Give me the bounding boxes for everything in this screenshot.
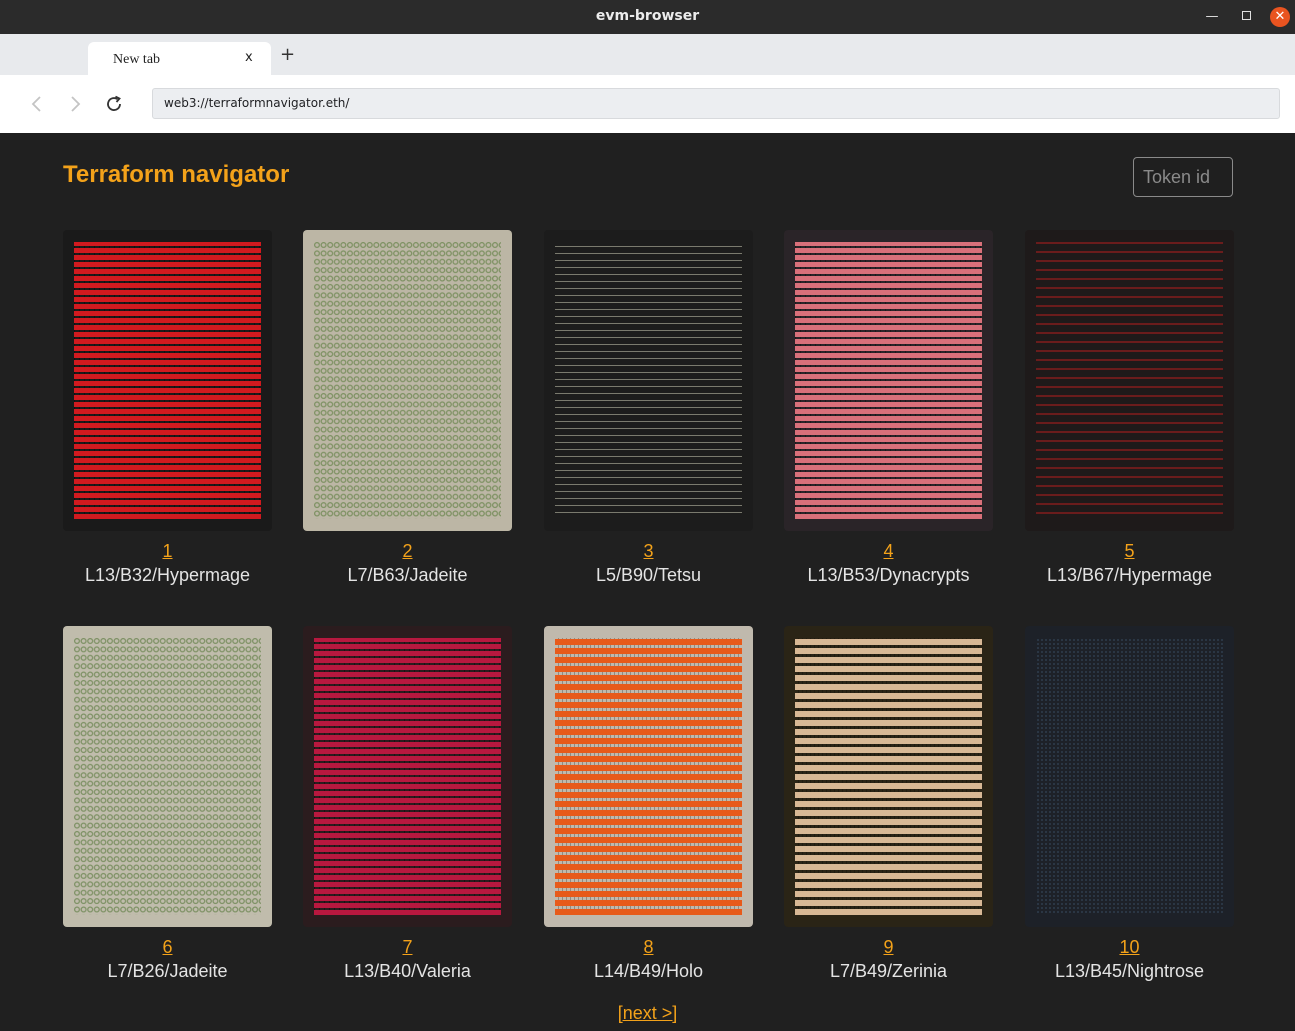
terraform-image[interactable] — [303, 230, 512, 531]
tab-new-tab[interactable]: New tab x — [88, 42, 271, 75]
token-id-link[interactable]: 9 — [784, 936, 993, 958]
token-id-link[interactable]: 5 — [1025, 540, 1234, 562]
reload-icon[interactable] — [103, 93, 125, 115]
forward-arrow-icon[interactable] — [64, 93, 86, 115]
terraform-card: 9 L7/B49/Zerinia — [784, 626, 993, 982]
terraform-card: 7 L13/B40/Valeria — [303, 626, 512, 982]
new-tab-button[interactable]: + — [280, 46, 295, 64]
terraform-image[interactable] — [544, 230, 753, 531]
terraform-card: 2 L7/B63/Jadeite — [303, 230, 512, 586]
token-label: L13/B32/Hypermage — [84, 565, 251, 585]
terraform-pattern — [795, 242, 982, 519]
token-label: L13/B67/Hypermage — [1046, 565, 1213, 585]
window-title-bar: evm-browser — ✕ — [0, 0, 1295, 34]
terraform-image[interactable] — [1025, 230, 1234, 531]
token-id-link[interactable]: 3 — [544, 540, 753, 562]
token-id-link[interactable]: 10 — [1025, 936, 1234, 958]
token-id-link[interactable]: 1 — [63, 540, 272, 562]
token-id-link[interactable]: 2 — [303, 540, 512, 562]
browser-toolbar: web3://terraformnavigator.eth/ — [0, 75, 1295, 133]
terraform-pattern — [314, 242, 501, 519]
terraform-image[interactable] — [63, 230, 272, 531]
close-icon[interactable]: ✕ — [1270, 7, 1290, 27]
terraform-card: 6 L7/B26/Jadeite — [63, 626, 272, 982]
terraform-image[interactable] — [1025, 626, 1234, 927]
page-content: Terraform navigator 1 L13/B32/Hypermage 2 L… — [0, 133, 1295, 1031]
token-label: L14/B49/Holo — [593, 961, 704, 981]
address-bar[interactable]: web3://terraformnavigator.eth/ — [152, 88, 1280, 119]
terraform-pattern — [555, 242, 742, 519]
token-label: L7/B26/Jadeite — [107, 961, 228, 981]
token-id-link[interactable]: 6 — [63, 936, 272, 958]
back-arrow-icon[interactable] — [26, 93, 48, 115]
tab-strip: New tab x + — [0, 34, 1295, 75]
terraform-pattern — [314, 638, 501, 915]
terraform-pattern — [1036, 638, 1223, 915]
terraform-card: 1 L13/B32/Hypermage — [63, 230, 272, 586]
terraform-card: 3 L5/B90/Tetsu — [544, 230, 753, 586]
token-id-input[interactable] — [1133, 157, 1233, 197]
token-label: L13/B53/Dynacrypts — [807, 565, 970, 585]
minimize-icon[interactable]: — — [1202, 7, 1222, 27]
terraform-image[interactable] — [784, 626, 993, 927]
token-label: L7/B49/Zerinia — [829, 961, 948, 981]
token-id-link[interactable]: 8 — [544, 936, 753, 958]
token-id-link[interactable]: 4 — [784, 540, 993, 562]
terraform-pattern — [74, 638, 261, 915]
terraform-pattern — [795, 638, 982, 915]
token-label: L13/B40/Valeria — [344, 961, 471, 981]
token-label: L5/B90/Tetsu — [595, 565, 702, 585]
terraform-pattern — [74, 242, 261, 519]
terraform-pattern — [555, 638, 742, 915]
terraform-image[interactable] — [544, 626, 753, 927]
terraform-image[interactable] — [303, 626, 512, 927]
terraform-image[interactable] — [784, 230, 993, 531]
token-id-link[interactable]: 7 — [303, 936, 512, 958]
next-page-link[interactable]: [next >] — [0, 1003, 1295, 1024]
token-label: L13/B45/Nightrose — [1054, 961, 1205, 981]
terraform-image[interactable] — [63, 626, 272, 927]
maximize-icon[interactable] — [1236, 7, 1256, 27]
tab-close-icon[interactable]: x — [245, 50, 253, 65]
terraform-card: 8 L14/B49/Holo — [544, 626, 753, 982]
token-label: L7/B63/Jadeite — [347, 565, 468, 585]
window-title: evm-browser — [595, 8, 700, 24]
terraform-pattern — [1036, 242, 1223, 519]
tab-label: New tab — [113, 52, 161, 67]
terraform-card: 5 L13/B67/Hypermage — [1025, 230, 1234, 586]
terraform-card: 10 L13/B45/Nightrose — [1025, 626, 1234, 982]
page-title: Terraform navigator — [63, 161, 290, 188]
terraform-card: 4 L13/B53/Dynacrypts — [784, 230, 993, 586]
